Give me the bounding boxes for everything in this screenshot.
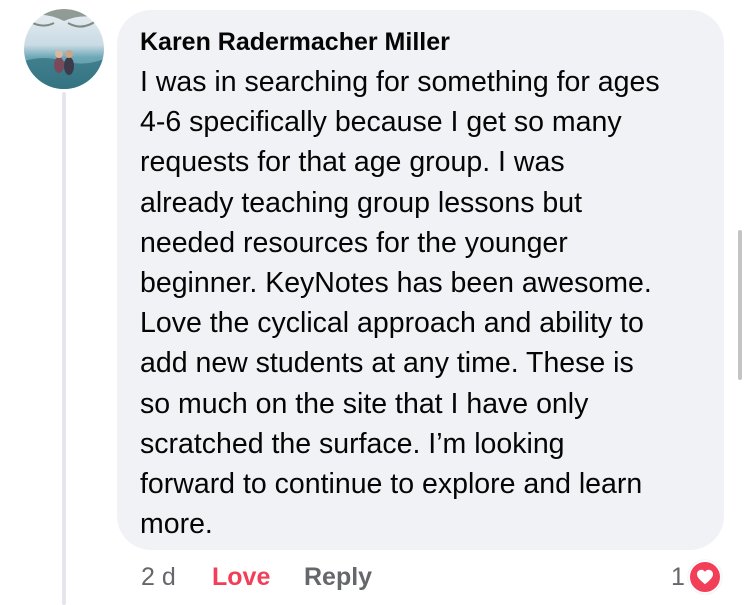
reaction-summary[interactable]: 1 bbox=[671, 560, 722, 594]
comment-actions: 2 d Love Reply 1 bbox=[0, 560, 750, 594]
author-name[interactable]: Karen Radermacher Miller bbox=[140, 27, 700, 57]
thread-line bbox=[62, 92, 66, 605]
comment-bubble: Karen Radermacher Miller I was in search… bbox=[117, 10, 724, 550]
reaction-count: 1 bbox=[671, 563, 685, 591]
scrollbar[interactable] bbox=[738, 230, 742, 380]
heart-icon bbox=[687, 560, 722, 594]
comment-timestamp[interactable]: 2 d bbox=[141, 560, 176, 594]
reply-button[interactable]: Reply bbox=[304, 560, 372, 594]
love-button[interactable]: Love bbox=[212, 560, 270, 594]
comment-page: Karen Radermacher Miller I was in search… bbox=[0, 0, 750, 605]
profile-photo-icon bbox=[24, 9, 104, 89]
comment-text: I was in searching for something for age… bbox=[140, 66, 660, 541]
author-avatar[interactable] bbox=[24, 9, 104, 89]
